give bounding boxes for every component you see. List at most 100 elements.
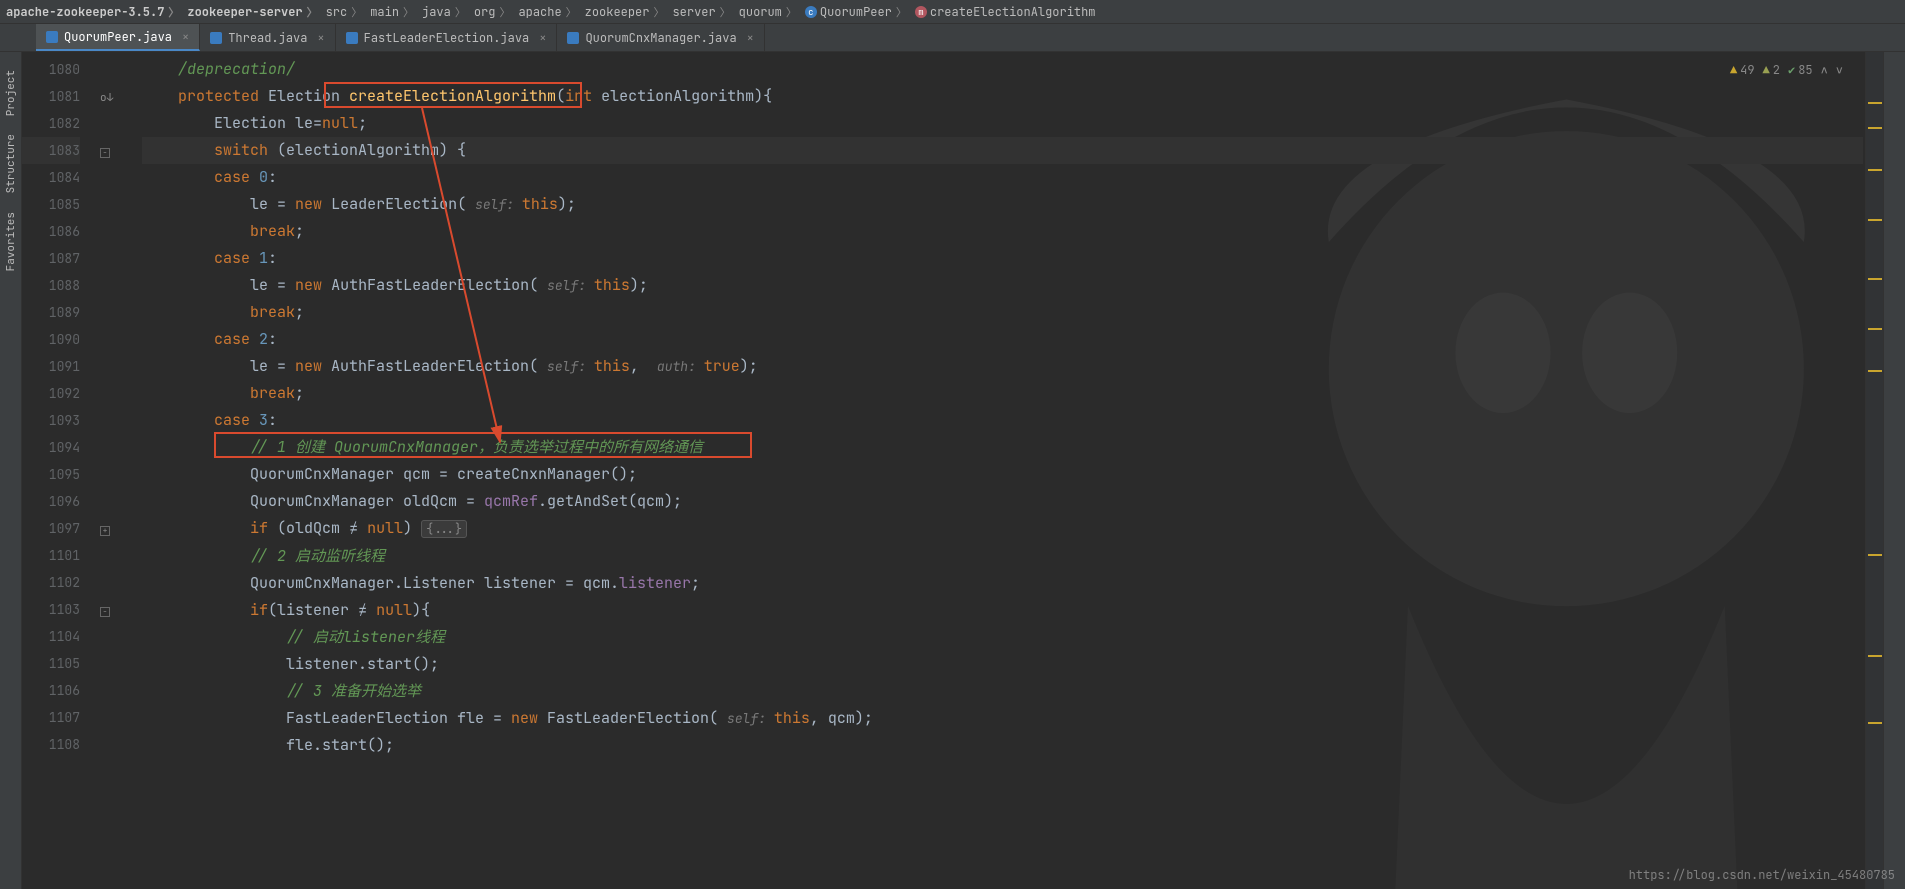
breadcrumb-item[interactable]: quorum〉 — [737, 4, 803, 20]
breadcrumb-item[interactable]: apache-zookeeper-3.5.7〉 — [4, 4, 185, 20]
chevron-down-icon[interactable]: ∨ — [1836, 62, 1843, 78]
code-line[interactable]: Election le=null; — [142, 110, 1863, 137]
line-number[interactable]: 1094 — [22, 434, 80, 461]
breadcrumb-label: QuorumPeer — [820, 4, 892, 20]
breadcrumb-item[interactable]: mcreateElectionAlgorithm — [913, 4, 1098, 20]
code-line[interactable]: /deprecation/ — [142, 56, 1863, 83]
tool-window-label: Project — [4, 70, 18, 116]
code-line[interactable]: protected Election createElectionAlgorit… — [142, 83, 1863, 110]
tool-window-label: Structure — [4, 134, 18, 193]
code-line[interactable]: break; — [142, 380, 1863, 407]
close-icon[interactable]: × — [182, 29, 189, 45]
line-number[interactable]: 1106 — [22, 677, 80, 704]
breadcrumb-item[interactable]: cQuorumPeer〉 — [803, 4, 913, 20]
java-file-icon — [346, 32, 358, 44]
error-stripe[interactable] — [1865, 52, 1883, 889]
line-number[interactable]: 1107 — [22, 704, 80, 731]
fold-collapse-icon[interactable]: − — [100, 148, 110, 158]
editor[interactable]: 1080108110821083108410851086108710881089… — [22, 52, 1883, 889]
fold-expand-icon[interactable]: + — [100, 526, 110, 536]
line-number[interactable]: 1104 — [22, 623, 80, 650]
close-icon[interactable]: × — [747, 30, 754, 46]
line-number[interactable]: 1081 — [22, 83, 80, 110]
gutter-cell — [100, 461, 136, 488]
tool-window-button[interactable]: Favorites — [4, 212, 18, 271]
gutter-cell: − — [100, 596, 136, 623]
code-line[interactable]: if (oldQcm ≠ null) {...} — [142, 515, 1863, 543]
line-number[interactable]: 1092 — [22, 380, 80, 407]
code-line[interactable]: case 1: — [142, 245, 1863, 272]
fold-collapse-icon[interactable]: − — [100, 607, 110, 617]
breadcrumb-item[interactable]: zookeeper〉 — [583, 4, 671, 20]
line-number[interactable]: 1090 — [22, 326, 80, 353]
code-line[interactable]: if(listener ≠ null){ — [142, 597, 1863, 624]
warning-icon: ▲ — [1730, 62, 1737, 78]
editor-tab[interactable]: FastLeaderElection.java× — [336, 24, 558, 51]
line-number[interactable]: 1103 — [22, 596, 80, 623]
tool-window-button[interactable]: Project — [4, 70, 18, 116]
code-line[interactable]: // 3 准备开始选举 — [142, 678, 1863, 705]
gutter-cell — [100, 218, 136, 245]
line-number[interactable]: 1083 — [22, 137, 80, 164]
line-number[interactable]: 1088 — [22, 272, 80, 299]
code-line[interactable]: QuorumCnxManager qcm = createCnxnManager… — [142, 461, 1863, 488]
code-line[interactable]: FastLeaderElection fle = new FastLeaderE… — [142, 705, 1863, 732]
code-line[interactable]: le = new AuthFastLeaderElection( self: t… — [142, 353, 1863, 380]
line-number[interactable]: 1086 — [22, 218, 80, 245]
code-line[interactable]: QuorumCnxManager oldQcm = qcmRef.getAndS… — [142, 488, 1863, 515]
code-line[interactable]: break; — [142, 218, 1863, 245]
line-number[interactable]: 1091 — [22, 353, 80, 380]
gutter-cell — [100, 731, 136, 758]
code-line[interactable]: case 3: — [142, 407, 1863, 434]
code-line[interactable]: switch (electionAlgorithm) { — [142, 137, 1863, 164]
editor-tab[interactable]: QuorumCnxManager.java× — [557, 24, 764, 51]
line-number[interactable]: 1080 — [22, 56, 80, 83]
code-line[interactable]: // 1 创建 QuorumCnxManager，负责选举过程中的所有网络通信 — [142, 434, 1863, 461]
breadcrumb-item[interactable]: zookeeper-server〉 — [185, 4, 323, 20]
breadcrumb-item[interactable]: server〉 — [670, 4, 736, 20]
line-number[interactable]: 1096 — [22, 488, 80, 515]
line-number[interactable]: 1108 — [22, 731, 80, 758]
breadcrumb-item[interactable]: src〉 — [324, 4, 369, 20]
override-icon[interactable]: o↓ — [100, 85, 113, 112]
close-icon[interactable]: × — [539, 30, 546, 46]
code-line[interactable]: case 0: — [142, 164, 1863, 191]
code-line[interactable]: le = new AuthFastLeaderElection( self: t… — [142, 272, 1863, 299]
warning-count: 49 — [1740, 62, 1754, 78]
chevron-right-icon: 〉 — [896, 4, 907, 20]
inspection-summary[interactable]: ▲49 ▲2 ✔85 ∧ ∨ — [1730, 62, 1843, 78]
line-number[interactable]: 1089 — [22, 299, 80, 326]
line-number[interactable]: 1082 — [22, 110, 80, 137]
code-line[interactable]: case 2: — [142, 326, 1863, 353]
breadcrumb-bar: apache-zookeeper-3.5.7〉zookeeper-server〉… — [0, 0, 1905, 24]
breadcrumb-item[interactable]: main〉 — [368, 4, 420, 20]
code-line[interactable]: le = new LeaderElection( self: this); — [142, 191, 1863, 218]
code-line[interactable]: QuorumCnxManager.Listener listener = qcm… — [142, 570, 1863, 597]
code-content[interactable]: /deprecation/ protected Election createE… — [142, 56, 1863, 759]
chevron-right-icon: 〉 — [307, 4, 318, 20]
code-line[interactable]: break; — [142, 299, 1863, 326]
breadcrumb-item[interactable]: org〉 — [472, 4, 517, 20]
line-number[interactable]: 1097 — [22, 515, 80, 542]
line-number[interactable]: 1095 — [22, 461, 80, 488]
tool-window-button[interactable]: Structure — [4, 134, 18, 193]
line-number[interactable]: 1105 — [22, 650, 80, 677]
breadcrumb-item[interactable]: apache〉 — [516, 4, 582, 20]
editor-tab[interactable]: Thread.java× — [200, 24, 335, 51]
code-line[interactable]: listener.start(); — [142, 651, 1863, 678]
code-line[interactable]: // 2 启动监听线程 — [142, 543, 1863, 570]
breadcrumb-label: quorum — [739, 4, 782, 20]
editor-tab[interactable]: QuorumPeer.java× — [36, 24, 200, 51]
close-icon[interactable]: × — [317, 30, 324, 46]
breadcrumb-item[interactable]: java〉 — [420, 4, 472, 20]
line-number[interactable]: 1101 — [22, 542, 80, 569]
code-line[interactable]: // 启动listener线程 — [142, 624, 1863, 651]
line-number[interactable]: 1085 — [22, 191, 80, 218]
line-number[interactable]: 1102 — [22, 569, 80, 596]
tool-window-label: Favorites — [4, 212, 18, 271]
code-line[interactable]: fle.start(); — [142, 732, 1863, 759]
line-number[interactable]: 1093 — [22, 407, 80, 434]
chevron-up-icon[interactable]: ∧ — [1821, 62, 1828, 78]
line-number[interactable]: 1087 — [22, 245, 80, 272]
line-number[interactable]: 1084 — [22, 164, 80, 191]
